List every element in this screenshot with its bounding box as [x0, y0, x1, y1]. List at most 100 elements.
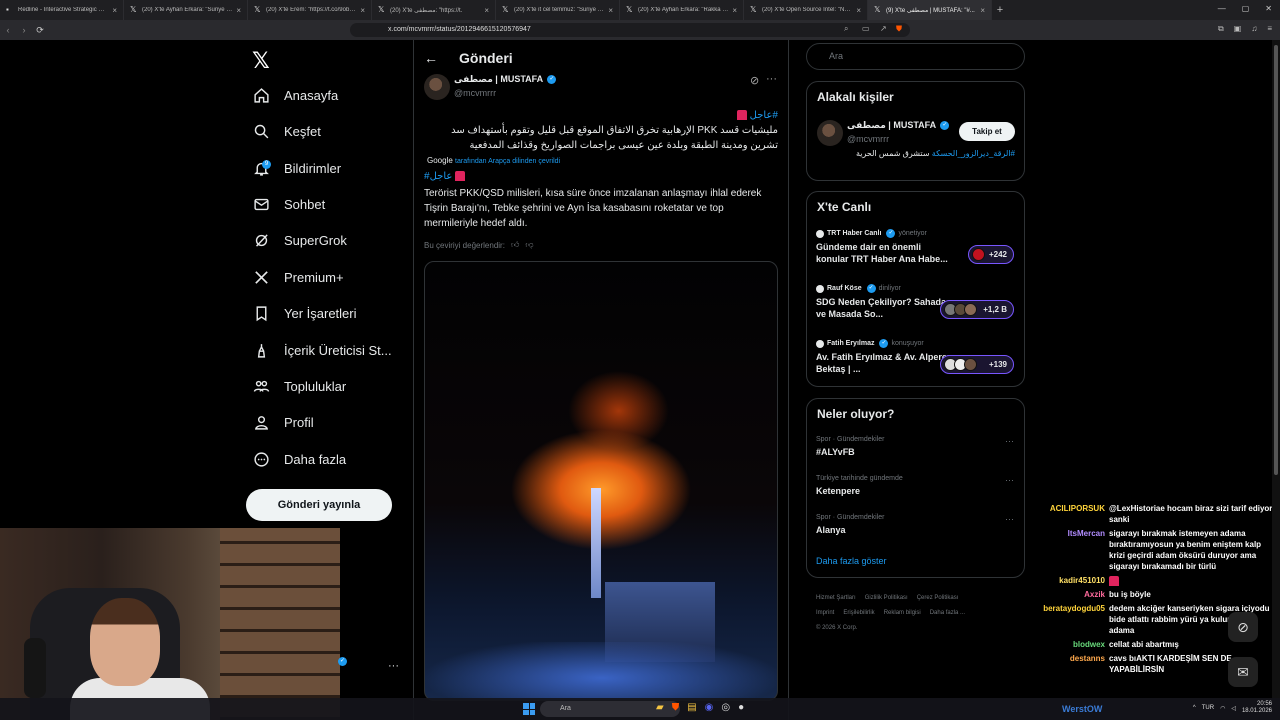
- brave-icon[interactable]: ⛊: [672, 702, 680, 713]
- menu-icon[interactable]: ≡: [1267, 24, 1272, 34]
- sidebar-item-notifications[interactable]: 9 Bildirimler: [252, 156, 341, 180]
- sidebar-item-explore[interactable]: Keşfet: [252, 119, 321, 143]
- wifi-icon[interactable]: ◠: [1220, 705, 1225, 712]
- grok-float-icon[interactable]: ⊘: [1228, 612, 1258, 642]
- trend-more-icon[interactable]: ···: [1005, 436, 1014, 446]
- forward-nav-icon[interactable]: ›: [16, 25, 32, 35]
- scrollbar-thumb[interactable]: [1274, 45, 1278, 475]
- folder-icon[interactable]: ▤: [687, 702, 696, 713]
- screen-icon[interactable]: ▭: [862, 24, 870, 33]
- sidebar-item-profile[interactable]: Profil: [252, 410, 314, 434]
- hashtag-link[interactable]: #عاجل: [750, 110, 778, 121]
- sidebar-item-home[interactable]: Anasayfa: [252, 83, 338, 107]
- sidebar-item-more[interactable]: Daha fazla: [252, 447, 346, 471]
- sidebar-item-premium[interactable]: Premium+: [252, 265, 344, 289]
- brave-shield-icon[interactable]: ⛊: [896, 24, 902, 34]
- maximize-icon[interactable]: ▢: [1242, 4, 1250, 13]
- author-name[interactable]: مصطفى | MUSTAFA ✓: [454, 74, 557, 85]
- extensions-icon[interactable]: ⧉: [1218, 24, 1224, 34]
- live-item[interactable]: TRT Haber Canlı ✓ yönetiyor Gündeme dair e…: [816, 229, 1016, 265]
- account-more-icon[interactable]: ···: [388, 660, 399, 672]
- browser-tab[interactable]: 𝕏(20) X'te Ayhan Erkara: "Suriye ordusu×: [124, 0, 248, 20]
- related-name[interactable]: مصطفى | MUSTAFA ✓: [847, 120, 950, 131]
- tab-close-icon[interactable]: ×: [236, 6, 241, 15]
- volume-icon[interactable]: ◁: [1231, 705, 1236, 712]
- reload-icon[interactable]: ⟳: [32, 25, 48, 36]
- post-text-arabic: #عاجل مليشيات قسد PKK الإرهابية تخرق الا…: [451, 110, 778, 151]
- tab-close-icon[interactable]: ×: [608, 6, 613, 15]
- sidebar-item-creator-studio[interactable]: İçerik Üreticisi St...: [252, 338, 392, 362]
- post-image[interactable]: [424, 261, 778, 701]
- more-options-icon[interactable]: ···: [766, 73, 777, 85]
- new-tab-button[interactable]: +: [992, 4, 1008, 16]
- music-icon[interactable]: ♫: [1251, 24, 1257, 34]
- trend-more-icon[interactable]: ···: [1005, 475, 1014, 485]
- live-listeners-pill[interactable]: +139: [940, 355, 1014, 374]
- live-listeners-pill[interactable]: +1,2 B: [940, 300, 1014, 319]
- live-item[interactable]: Rauf Köse ✓ dinliyor SDG Neden Çekiliyor? …: [816, 284, 1016, 320]
- bell-icon: 9: [252, 159, 271, 177]
- sidebar-item-bookmarks[interactable]: Yer İşaretleri: [252, 301, 357, 325]
- tab-close-icon[interactable]: ×: [732, 6, 737, 15]
- post-button[interactable]: Gönderi yayınla: [246, 489, 392, 521]
- tab-close-icon[interactable]: ×: [112, 6, 117, 15]
- show-more-link[interactable]: Daha fazla göster: [816, 556, 887, 566]
- obs-icon[interactable]: ●: [738, 702, 744, 713]
- zoom-icon[interactable]: ⌕: [844, 24, 848, 34]
- browser-tab[interactable]: 𝕏 (20) X'te it cel temmuz: "Suriye Doğu ×: [496, 0, 620, 20]
- steam-icon[interactable]: ◎: [721, 702, 730, 713]
- browser-tab-active[interactable]: 𝕏 (9) X'te مصطفى | MUSTAFA: "#... ×: [868, 0, 992, 20]
- author-handle[interactable]: @mcvmrrr: [454, 88, 496, 98]
- live-item[interactable]: Fatih Eryılmaz ✓ konuşuyor Av. Fatih Eryıl…: [816, 339, 1016, 375]
- address-bar[interactable]: x.com/mcvmrrr/status/2012946615120576947: [350, 23, 910, 37]
- trend-item[interactable]: Türkiye tarihinde gündemde Ketenpere ···: [816, 475, 1016, 496]
- related-handle[interactable]: @mcvmrrr: [847, 134, 889, 144]
- trend-item[interactable]: Spor · Gündemdekiler #ALYvFB ···: [816, 436, 1016, 457]
- account-verified-icon[interactable]: ✓: [336, 656, 347, 667]
- wallet-icon[interactable]: ▣: [1234, 24, 1242, 34]
- listener-avatars: [944, 358, 977, 371]
- back-arrow-icon[interactable]: ←: [424, 50, 438, 66]
- sidebar-item-supergrok[interactable]: SuperGrok: [252, 228, 347, 252]
- sidebar-item-chat[interactable]: Sohbet: [252, 192, 325, 216]
- follow-button[interactable]: Takip et: [959, 122, 1015, 141]
- translation-link[interactable]: tarafından Arapça dilinden çevrildi: [455, 158, 560, 165]
- tray-chevron-icon[interactable]: ^: [1193, 705, 1196, 711]
- browser-tab[interactable]: ▪ Redline - Interactive Strategic Map ×: [0, 0, 124, 20]
- profile-icon: [252, 413, 270, 431]
- minimize-icon[interactable]: —: [1218, 4, 1226, 13]
- browser-tab[interactable]: 𝕏 (20) X'te Open Source Intel: "NEW ×: [744, 0, 868, 20]
- back-nav-icon[interactable]: ‹: [0, 25, 16, 35]
- tab-close-icon[interactable]: ×: [980, 6, 985, 15]
- browser-tab[interactable]: 𝕏 (20) X'te Erem: "https://t.co/9obqVar ×: [248, 0, 372, 20]
- listener-avatars: [944, 303, 977, 316]
- x-favicon-icon: 𝕏: [874, 5, 881, 14]
- thumbs-down-icon[interactable]: 👎︎: [525, 240, 533, 250]
- related-avatar[interactable]: [817, 120, 843, 146]
- discord-icon[interactable]: ◉: [705, 702, 714, 713]
- file-explorer-icon[interactable]: ▰: [656, 702, 664, 713]
- live-listeners-pill[interactable]: +242: [968, 245, 1014, 264]
- windows-start-icon[interactable]: [523, 703, 535, 715]
- siren-emoji-icon: [455, 171, 466, 182]
- trend-item[interactable]: Spor · Gündemdekiler Alanya ···: [816, 514, 1016, 535]
- language-indicator[interactable]: TUR: [1202, 705, 1214, 711]
- author-avatar[interactable]: [424, 74, 450, 100]
- host-avatar: [816, 339, 824, 348]
- tab-close-icon[interactable]: ×: [484, 6, 489, 15]
- messages-float-icon[interactable]: ✉: [1228, 657, 1258, 687]
- trend-more-icon[interactable]: ···: [1005, 514, 1014, 524]
- tab-close-icon[interactable]: ×: [360, 6, 365, 15]
- tab-close-icon[interactable]: ×: [856, 6, 861, 15]
- browser-tab[interactable]: 𝕏 (20) X'te مصطفى: "https://t. ×: [372, 0, 496, 20]
- grok-icon[interactable]: ⊘: [750, 74, 759, 87]
- sidebar-item-communities[interactable]: Topluluklar: [252, 374, 346, 398]
- thumbs-up-icon[interactable]: 👍︎: [511, 240, 519, 250]
- share-icon[interactable]: ↗: [880, 24, 887, 33]
- browser-tab[interactable]: 𝕏 (20) X'te Ayhan Erkara: "Rakka hala ×: [620, 0, 744, 20]
- home-icon: [252, 86, 270, 104]
- close-window-icon[interactable]: ✕: [1265, 4, 1272, 13]
- x-logo-icon[interactable]: 𝕏: [252, 48, 270, 74]
- taskbar-clock[interactable]: 20:56 18.01.2026: [1242, 701, 1272, 715]
- search-input[interactable]: Ara: [806, 43, 1025, 70]
